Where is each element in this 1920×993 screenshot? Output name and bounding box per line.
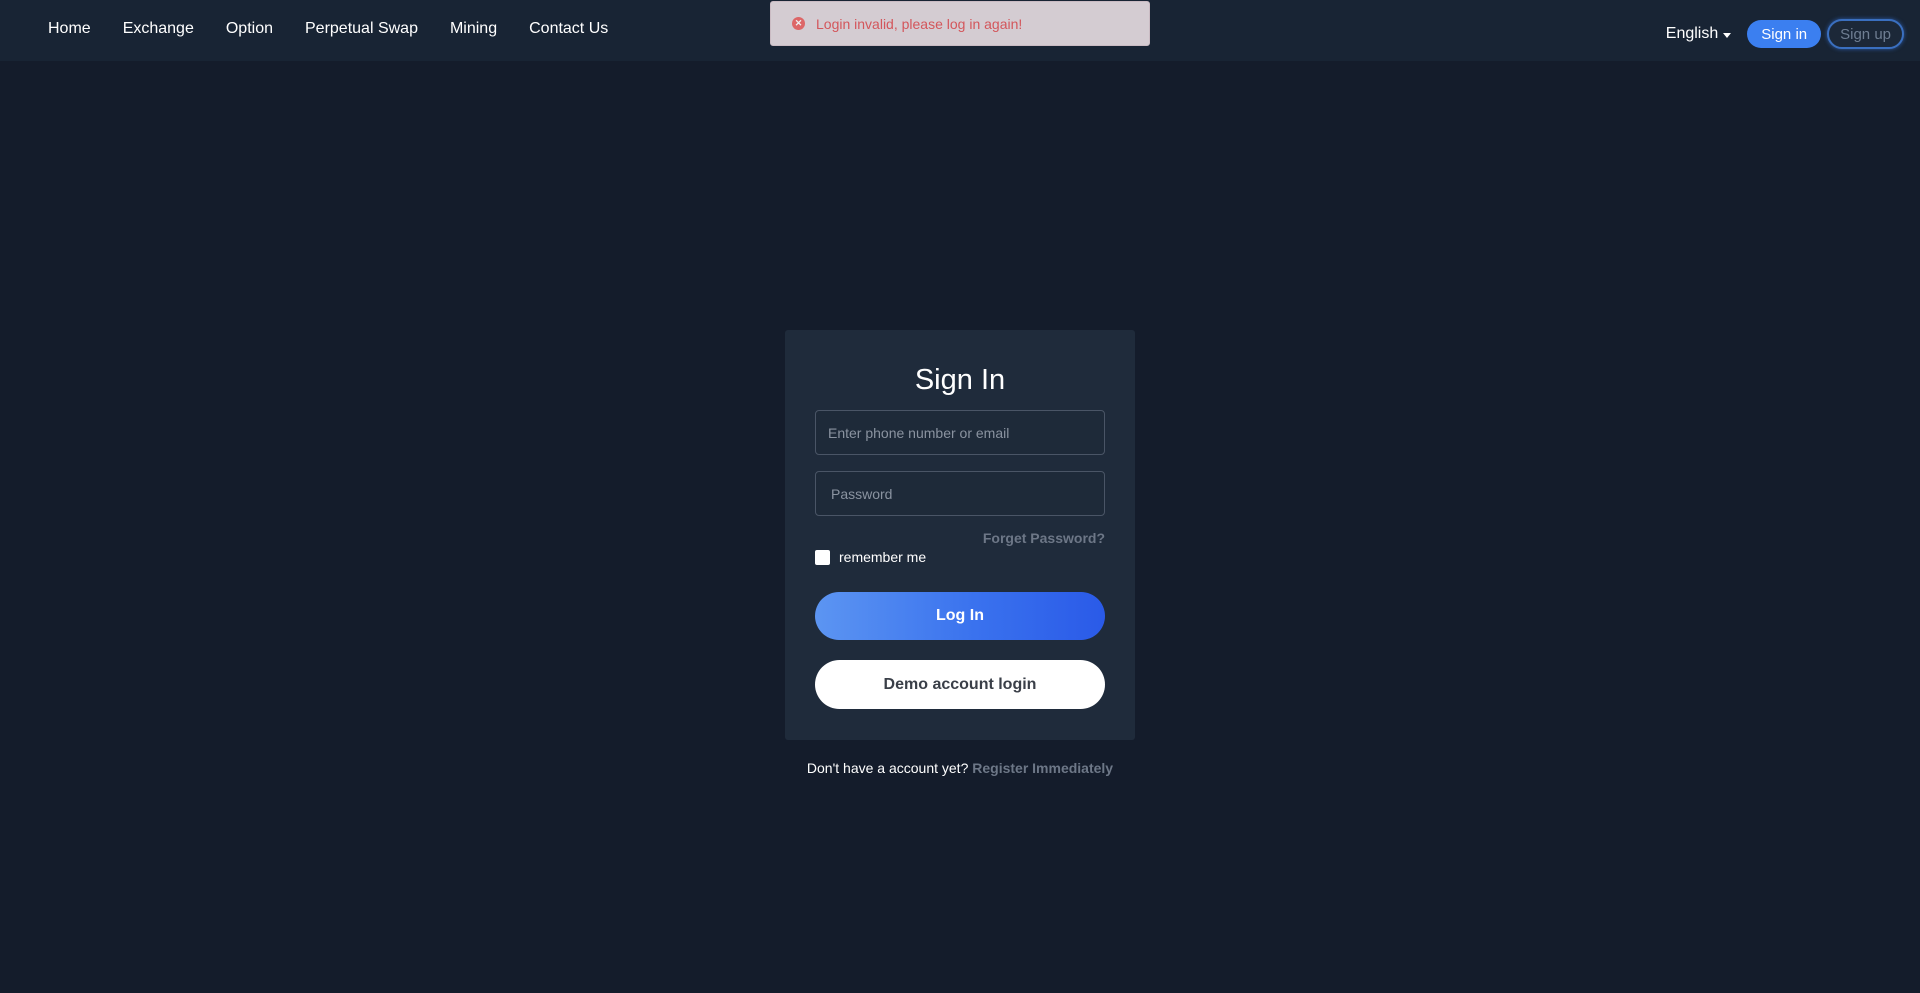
language-label: English	[1665, 25, 1719, 42]
nav-exchange[interactable]: Exchange	[123, 21, 194, 37]
main-nav: Home Exchange Option Perpetual Swap Mini…	[48, 0, 640, 60]
error-circle-icon: ✕	[792, 17, 805, 30]
toast-message: Login invalid, please log in again!	[816, 15, 1023, 32]
register-prompt-text: Don't have a account yet?	[806, 760, 973, 776]
register-link[interactable]: Register Immediately	[972, 760, 1113, 776]
sign-in-card: Sign In Forget Password? remember me Log…	[785, 330, 1135, 740]
demo-login-button[interactable]: Demo account login	[815, 660, 1105, 709]
header-sign-in-button[interactable]: Sign in	[1747, 20, 1822, 48]
password-input[interactable]	[815, 471, 1105, 516]
error-toast: ✕ Login invalid, please log in again!	[770, 1, 1150, 46]
register-prompt: Don't have a account yet? Register Immed…	[0, 760, 1920, 776]
language-selector[interactable]: English	[1665, 25, 1732, 43]
forget-password-link[interactable]: Forget Password?	[983, 530, 1105, 546]
nav-contact-us[interactable]: Contact Us	[529, 21, 608, 37]
page-title: Sign In	[914, 364, 1006, 396]
nav-home[interactable]: Home	[48, 21, 91, 37]
remember-me[interactable]: remember me	[815, 549, 926, 565]
remember-label: remember me	[839, 549, 927, 565]
nav-perpetual-swap[interactable]: Perpetual Swap	[305, 21, 418, 37]
login-button[interactable]: Log In	[815, 592, 1105, 640]
header-actions: English Sign in Sign up	[1666, 19, 1904, 49]
header-sign-up-button[interactable]: Sign up	[1827, 19, 1904, 49]
nav-mining[interactable]: Mining	[450, 21, 497, 37]
caret-down-icon	[1723, 33, 1732, 38]
nav-option[interactable]: Option	[226, 21, 273, 37]
username-input[interactable]	[815, 410, 1105, 455]
remember-checkbox[interactable]	[815, 549, 830, 565]
